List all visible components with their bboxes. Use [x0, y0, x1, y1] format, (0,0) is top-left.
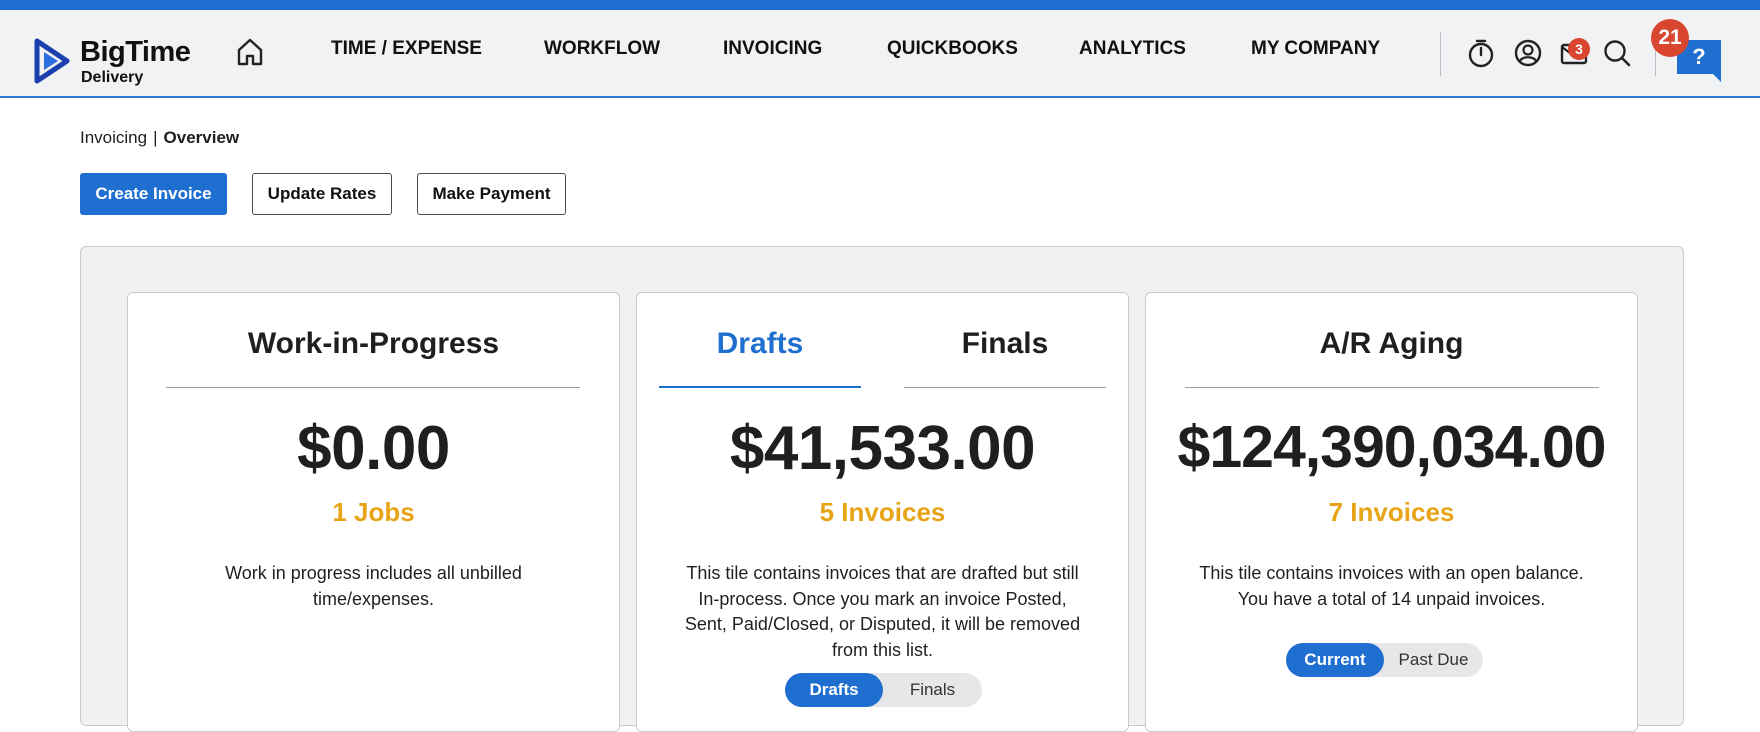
- nav-my-company[interactable]: MY COMPANY: [1251, 38, 1380, 60]
- drafts-description-line: This tile contains invoices that are dra…: [686, 563, 1079, 583]
- create-invoice-button[interactable]: Create Invoice: [80, 173, 227, 215]
- ar-title: A/R Aging: [1319, 327, 1464, 360]
- current-pastdue-toggle: Current Past Due: [1286, 643, 1483, 677]
- app-logo[interactable]: BigTime Delivery: [34, 26, 204, 86]
- logo-name: BigTime: [80, 36, 191, 68]
- drafts-description: This tile contains invoices that are dra…: [648, 561, 1118, 663]
- tab-drafts[interactable]: Drafts: [659, 327, 861, 361]
- drafts-tile[interactable]: Drafts Finals $41,533.00 5 Invoices This…: [636, 292, 1129, 732]
- breadcrumb-current: Overview: [163, 128, 240, 147]
- nav-time-expense[interactable]: TIME / EXPENSE: [331, 38, 482, 60]
- profile-icon[interactable]: [1513, 38, 1543, 68]
- drafts-description-line: Sent, Paid/Closed, or Disputed, it will …: [684, 614, 1081, 634]
- ar-description: This tile contains invoices with an open…: [1157, 561, 1627, 612]
- logo-subtitle: Delivery: [81, 69, 144, 86]
- toggle-finals[interactable]: Finals: [883, 673, 982, 707]
- app-header: BigTime Delivery TIME / EXPENSE WORKFLOW…: [0, 10, 1760, 98]
- wip-count[interactable]: 1 Jobs: [128, 497, 619, 528]
- ar-description-line: This tile contains invoices with an open…: [1199, 563, 1584, 583]
- tab-finals[interactable]: Finals: [904, 327, 1106, 361]
- toggle-current[interactable]: Current: [1286, 643, 1384, 677]
- wip-amount: $0.00: [297, 414, 450, 483]
- drafts-count[interactable]: 5 Invoices: [637, 497, 1128, 528]
- wip-title: Work-in-Progress: [247, 327, 500, 360]
- wip-description: Work in progress includes all unbilled t…: [154, 561, 594, 612]
- bigtime-logo-icon: [34, 38, 70, 84]
- header-divider: [1440, 32, 1441, 76]
- nav-invoicing[interactable]: INVOICING: [723, 38, 822, 60]
- help-badge: 21: [1651, 19, 1689, 57]
- drafts-amount: $41,533.00: [729, 414, 1036, 483]
- nav-analytics[interactable]: ANALYTICS: [1079, 38, 1186, 60]
- search-icon[interactable]: [1602, 38, 1632, 68]
- ar-divider: [1185, 387, 1599, 388]
- ar-aging-tile[interactable]: A/R Aging $124,390,034.00 7 Invoices Thi…: [1145, 292, 1638, 732]
- tab-drafts-underline: [659, 386, 861, 388]
- make-payment-button[interactable]: Make Payment: [417, 173, 566, 215]
- wip-description-line: Work in progress includes all unbilled: [225, 563, 522, 583]
- toggle-drafts[interactable]: Drafts: [785, 673, 883, 707]
- update-rates-button[interactable]: Update Rates: [252, 173, 392, 215]
- nav-workflow[interactable]: WORKFLOW: [544, 38, 660, 60]
- ar-description-line: You have a total of 14 unpaid invoices.: [1237, 588, 1546, 609]
- home-icon[interactable]: [236, 37, 264, 67]
- mail-badge: 3: [1568, 38, 1590, 60]
- drafts-finals-toggle: Drafts Finals: [785, 673, 982, 707]
- breadcrumb-parent[interactable]: Invoicing: [80, 128, 147, 147]
- wip-divider: [166, 387, 580, 388]
- ar-count[interactable]: 7 Invoices: [1146, 497, 1637, 528]
- ar-amount: $124,390,034.00: [1177, 414, 1607, 480]
- nav-quickbooks[interactable]: QUICKBOOKS: [887, 38, 1018, 60]
- top-accent-bar: [0, 0, 1760, 10]
- breadcrumb-separator: |: [153, 128, 158, 147]
- wip-tile[interactable]: Work-in-Progress $0.00 1 Jobs Work in pr…: [127, 292, 620, 732]
- wip-description-line: time/expenses.: [312, 588, 435, 609]
- toggle-past-due[interactable]: Past Due: [1384, 643, 1483, 677]
- drafts-description-line: In-process. Once you mark an invoice Pos…: [698, 588, 1067, 609]
- tab-finals-underline: [904, 387, 1106, 388]
- timer-icon[interactable]: [1466, 38, 1496, 68]
- drafts-description-line: from this list.: [831, 639, 933, 660]
- breadcrumb: Invoicing | Overview: [80, 128, 239, 148]
